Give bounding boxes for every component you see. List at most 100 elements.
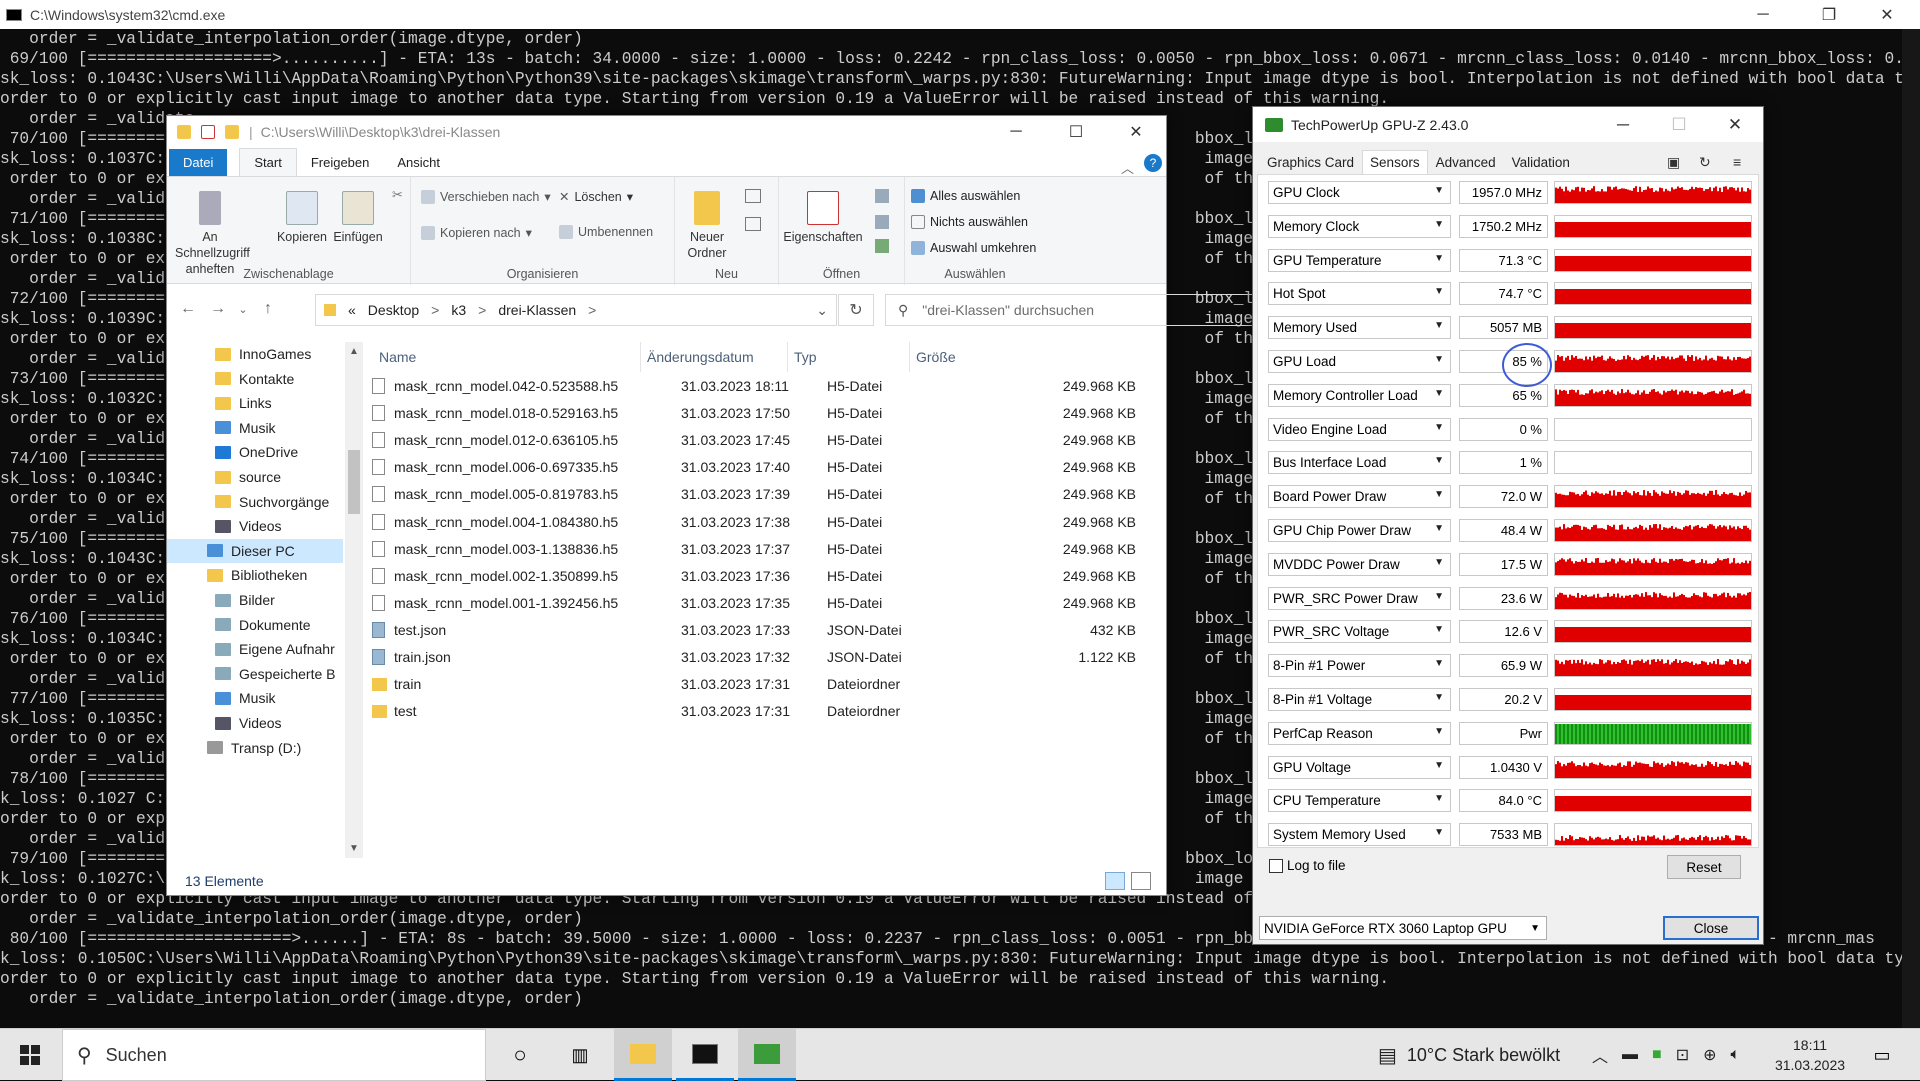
task-view-icon[interactable]: ▥ bbox=[554, 1029, 606, 1081]
file-explorer-taskbar-icon[interactable] bbox=[614, 1029, 672, 1081]
camera-icon[interactable]: ▣ bbox=[1667, 154, 1680, 171]
sensor-name-dropdown[interactable]: GPU Voltage ▼ bbox=[1268, 755, 1451, 779]
nav-item[interactable]: Bilder bbox=[167, 588, 343, 612]
network-icon[interactable]: ⊕ bbox=[1703, 1045, 1716, 1065]
cmd-titlebar[interactable]: C:\Windows\system32\cmd.exe ─ ❐ ✕ bbox=[0, 0, 1920, 29]
new-item-icon[interactable] bbox=[745, 189, 761, 203]
sensor-name-dropdown[interactable]: Memory Clock ▼ bbox=[1268, 214, 1451, 238]
sensor-name-dropdown[interactable]: PWR_SRC Power Draw ▼ bbox=[1268, 586, 1451, 610]
select-all-button[interactable]: Alles auswählen bbox=[911, 189, 1020, 203]
breadcrumb-desktop[interactable]: Desktop bbox=[368, 302, 419, 318]
sensor-name-dropdown[interactable]: GPU Clock ▼ bbox=[1268, 181, 1451, 204]
scroll-down-icon[interactable]: ▼ bbox=[349, 843, 359, 854]
breadcrumb-separator[interactable]: > bbox=[588, 302, 596, 318]
nav-item[interactable]: Dokumente bbox=[167, 613, 343, 637]
show-hidden-icons-chevron-icon[interactable]: ︿ bbox=[1592, 1043, 1608, 1067]
clock[interactable]: 18:11 31.03.2023 bbox=[1760, 1035, 1860, 1075]
history-icon[interactable] bbox=[875, 239, 889, 253]
sensor-name-dropdown[interactable]: CPU Temperature ▼ bbox=[1268, 789, 1451, 813]
recent-chevron-icon[interactable]: ⌄ bbox=[233, 303, 253, 316]
gpuz-taskbar-icon[interactable] bbox=[738, 1029, 796, 1081]
notifications-icon[interactable]: ▭ bbox=[1862, 1029, 1902, 1081]
nav-item[interactable]: Eigene Aufnahr bbox=[167, 637, 343, 661]
nav-item[interactable]: OneDrive bbox=[167, 440, 343, 464]
gpuz-titlebar[interactable]: TechPowerUp GPU-Z 2.43.0 ─ ☐ ✕ bbox=[1253, 107, 1763, 142]
close-button[interactable]: ✕ bbox=[1107, 116, 1165, 148]
file-row[interactable]: mask_rcnn_model.001-1.392456.h5 31.03.202… bbox=[363, 590, 1166, 617]
nav-item[interactable]: Videos bbox=[167, 711, 343, 735]
sensor-name-dropdown[interactable]: Bus Interface Load ▼ bbox=[1268, 451, 1451, 475]
file-row[interactable]: train.json 31.03.2023 17:32 JSON-Datei 1.12… bbox=[363, 644, 1166, 671]
refresh-icon[interactable]: ↻ bbox=[1699, 154, 1711, 171]
usb-icon[interactable]: ⊡ bbox=[1676, 1045, 1689, 1065]
tab-advanced[interactable]: Advanced bbox=[1428, 150, 1504, 174]
nav-item[interactable]: Videos bbox=[167, 514, 343, 538]
minimize-button[interactable]: ─ bbox=[1740, 0, 1786, 29]
pin-button[interactable]: An Schnellzugriff anheften bbox=[175, 191, 250, 277]
close-button[interactable]: ✕ bbox=[1707, 107, 1763, 142]
file-list[interactable]: Name Änderungsdatum Typ Größe mask_rcnn_… bbox=[363, 342, 1166, 858]
copy-button[interactable]: Kopieren bbox=[275, 191, 329, 245]
gpuz-window[interactable]: TechPowerUp GPU-Z 2.43.0 ─ ☐ ✕ Graphics … bbox=[1252, 106, 1764, 945]
taskbar-search[interactable]: ⚲ Suchen bbox=[62, 1029, 486, 1081]
sensor-name-dropdown[interactable]: PerfCap Reason ▼ bbox=[1268, 721, 1451, 745]
nav-item[interactable]: Links bbox=[167, 391, 343, 415]
file-row[interactable]: mask_rcnn_model.042-0.523588.h5 31.03.202… bbox=[363, 373, 1166, 400]
sensor-name-dropdown[interactable]: Hot Spot ▼ bbox=[1268, 282, 1451, 306]
breadcrumb-separator[interactable]: > bbox=[478, 302, 486, 318]
sensor-name-dropdown[interactable]: PWR_SRC Voltage ▼ bbox=[1268, 620, 1451, 644]
maximize-button[interactable]: ☐ bbox=[1651, 107, 1707, 142]
rename-button[interactable]: Umbenennen bbox=[559, 225, 653, 239]
nav-item[interactable]: source bbox=[167, 465, 343, 489]
breadcrumb-k3[interactable]: k3 bbox=[451, 302, 466, 318]
delete-button[interactable]: ✕ Löschen ▾ bbox=[559, 189, 633, 205]
file-row[interactable]: test 31.03.2023 17:31 Dateiordner bbox=[363, 698, 1166, 725]
edit-icon[interactable] bbox=[875, 215, 889, 229]
reset-button[interactable]: Reset bbox=[1667, 855, 1741, 879]
tab-ansicht[interactable]: Ansicht bbox=[383, 149, 454, 176]
file-row[interactable]: train 31.03.2023 17:31 Dateiordner bbox=[363, 671, 1166, 698]
scroll-thumb[interactable] bbox=[348, 450, 360, 514]
nav-item[interactable]: Gespeicherte B bbox=[167, 662, 343, 686]
battery-icon[interactable]: ▬ bbox=[1622, 1046, 1638, 1064]
select-none-button[interactable]: Nichts auswählen bbox=[911, 215, 1028, 229]
console-scrollbar[interactable] bbox=[1902, 29, 1920, 1028]
file-row[interactable]: mask_rcnn_model.004-1.084380.h5 31.03.202… bbox=[363, 509, 1166, 536]
sensor-name-dropdown[interactable]: Memory Used ▼ bbox=[1268, 316, 1451, 340]
col-name[interactable]: Name bbox=[379, 342, 416, 372]
back-arrow-icon[interactable]: ← bbox=[173, 300, 203, 318]
sensor-name-dropdown[interactable]: GPU Temperature ▼ bbox=[1268, 248, 1451, 272]
sensor-name-dropdown[interactable]: System Memory Used ▼ bbox=[1268, 823, 1451, 847]
maximize-button[interactable]: ☐ bbox=[1047, 116, 1105, 148]
cut-icon[interactable]: ✂ bbox=[392, 187, 403, 203]
nav-item[interactable]: Dieser PC bbox=[167, 538, 343, 563]
nav-scrollbar[interactable]: ▲ ▼ bbox=[345, 342, 363, 858]
sensor-name-dropdown[interactable]: GPU Chip Power Draw ▼ bbox=[1268, 519, 1451, 542]
volume-icon[interactable]: 🔈︎ bbox=[1731, 1046, 1741, 1064]
file-explorer-window[interactable]: | C:\Users\Willi\Desktop\k3\drei-Klassen… bbox=[166, 115, 1321, 896]
col-type[interactable]: Typ bbox=[787, 342, 817, 372]
navigation-pane[interactable]: InnoGames Kontakte Links Musik OneDrive sourc… bbox=[167, 342, 345, 858]
breadcrumb-separator[interactable]: > bbox=[431, 302, 439, 318]
sensor-name-dropdown[interactable]: Video Engine Load ▼ bbox=[1268, 417, 1451, 441]
invert-selection-button[interactable]: Auswahl umkehren bbox=[911, 241, 1036, 255]
tab-sensors[interactable]: Sensors bbox=[1362, 150, 1428, 174]
tab-graphics-card[interactable]: Graphics Card bbox=[1259, 150, 1362, 174]
address-dropdown-icon[interactable]: ⌄ bbox=[816, 302, 828, 319]
file-row[interactable]: mask_rcnn_model.012-0.636105.h5 31.03.202… bbox=[363, 427, 1166, 454]
nav-item[interactable]: Kontakte bbox=[167, 367, 343, 391]
file-row[interactable]: mask_rcnn_model.002-1.350899.h5 31.03.202… bbox=[363, 563, 1166, 590]
copy-to-button[interactable]: Kopieren nach ▾ bbox=[421, 225, 532, 240]
refresh-icon[interactable]: ↻ bbox=[838, 294, 874, 326]
log-to-file-checkbox[interactable] bbox=[1269, 859, 1283, 873]
tab-validation[interactable]: Validation bbox=[1504, 150, 1578, 174]
sensor-name-dropdown[interactable]: GPU Load ▼ bbox=[1268, 350, 1451, 373]
forward-arrow-icon[interactable]: → bbox=[203, 300, 233, 318]
close-button-footer[interactable]: Close bbox=[1663, 916, 1759, 940]
file-row[interactable]: mask_rcnn_model.006-0.697335.h5 31.03.202… bbox=[363, 454, 1166, 481]
gpu-select[interactable]: NVIDIA GeForce RTX 3060 Laptop GPU ▼ bbox=[1259, 916, 1547, 940]
cortana-icon[interactable]: ○ bbox=[494, 1029, 546, 1081]
properties-quick-icon[interactable] bbox=[201, 125, 215, 139]
large-icons-view-icon[interactable] bbox=[1131, 871, 1151, 890]
explorer-titlebar[interactable]: | C:\Users\Willi\Desktop\k3\drei-Klassen… bbox=[167, 116, 1166, 148]
